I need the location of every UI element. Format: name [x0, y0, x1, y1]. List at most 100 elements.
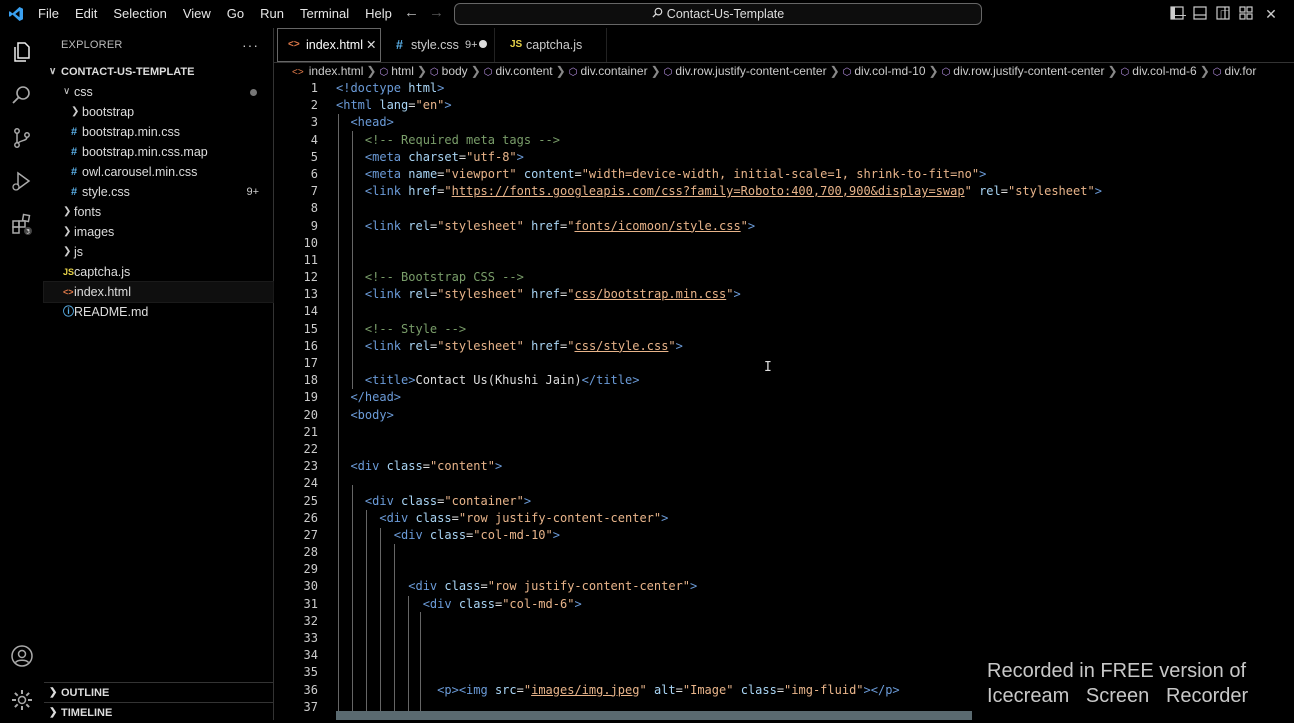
- breadcrumb-separator-icon: ❯: [1107, 64, 1118, 78]
- breadcrumb-item[interactable]: div.container: [580, 64, 647, 78]
- breadcrumb-item[interactable]: div.row.justify-content-center: [675, 64, 826, 78]
- outline-section[interactable]: ❯ OUTLINE: [44, 682, 273, 703]
- unsaved-dot-icon[interactable]: [479, 40, 487, 48]
- extensions-icon[interactable]: 3: [10, 212, 34, 236]
- file-tree-item[interactable]: # bootstrap.min.css: [44, 122, 273, 142]
- line-number: 6: [310, 166, 318, 181]
- command-center-search[interactable]: Contact-Us-Template: [454, 3, 982, 25]
- menu-go[interactable]: Go: [219, 0, 252, 28]
- file-tree-item[interactable]: JS captcha.js: [44, 262, 273, 282]
- chevron-right-icon: ❯: [63, 226, 72, 237]
- file-tree-item[interactable]: ❯ fonts: [44, 202, 273, 222]
- tab-style-css[interactable]: # style.css 9+: [382, 28, 495, 62]
- line-number: 12: [303, 270, 318, 285]
- search-view-icon[interactable]: [10, 83, 34, 107]
- breadcrumb-separator-icon: ❯: [416, 64, 427, 78]
- line-number: 3: [310, 115, 318, 130]
- line-number: 34: [303, 648, 318, 663]
- tab-captcha-js[interactable]: JS captcha.js: [496, 28, 607, 62]
- breadcrumb-separator-icon: ❯: [470, 64, 481, 78]
- file-tree-label: bootstrap.min.css: [82, 125, 180, 139]
- file-tree-item[interactable]: # owl.carousel.min.css: [44, 162, 273, 182]
- line-number: 31: [303, 596, 318, 611]
- outline-label: OUTLINE: [61, 687, 110, 699]
- chevron-right-icon: ❯: [63, 206, 72, 217]
- line-number: 32: [303, 613, 318, 628]
- menu-help[interactable]: Help: [357, 0, 400, 28]
- element-symbol-icon: ⬡: [1120, 67, 1130, 78]
- code-line: <title>Contact Us(Khushi Jain)</title>: [364, 373, 640, 388]
- breadcrumb-item[interactable]: div.row.justify-content-center: [953, 64, 1104, 78]
- forward-arrow-icon[interactable]: →: [429, 4, 444, 21]
- file-tree-label: js: [74, 245, 84, 259]
- line-number: 30: [303, 579, 318, 594]
- file-tree-item[interactable]: <> index.html: [43, 281, 274, 303]
- minimize-icon[interactable]: —: [1156, 0, 1202, 28]
- file-tree-item[interactable]: ⓘ README.md: [44, 302, 273, 322]
- problems-badge: 9+: [246, 186, 259, 198]
- js-file-icon: JS: [63, 267, 75, 277]
- maximize-icon[interactable]: □: [1202, 0, 1248, 28]
- file-tree-item[interactable]: ❯ js: [44, 242, 273, 262]
- file-tree-item[interactable]: # bootstrap.min.css.map: [44, 142, 273, 162]
- breadcrumb-item[interactable]: index.html: [309, 64, 364, 78]
- source-control-icon[interactable]: [10, 126, 34, 150]
- file-tree-item[interactable]: ∨ css: [44, 82, 273, 102]
- line-number: 36: [303, 682, 318, 697]
- element-symbol-icon: ⬡: [941, 67, 951, 78]
- breadcrumb-item[interactable]: body: [442, 64, 468, 78]
- explorer-header: EXPLORER ···: [44, 28, 273, 62]
- element-symbol-icon: ⬡: [568, 67, 578, 78]
- breadcrumb-separator-icon: ❯: [829, 64, 840, 78]
- back-arrow-icon[interactable]: ←: [404, 4, 419, 21]
- breadcrumb-separator-icon: ❯: [1199, 64, 1210, 78]
- tab-index-html[interactable]: <> index.html ✕: [277, 28, 381, 62]
- chevron-down-icon: ∨: [63, 86, 71, 97]
- timeline-label: TIMELINE: [61, 707, 113, 719]
- line-number: 25: [303, 493, 318, 508]
- file-tree-item[interactable]: ❯ bootstrap: [44, 102, 273, 122]
- workspace-root[interactable]: ∨ CONTACT-US-TEMPLATE: [44, 62, 273, 82]
- tab-label: captcha.js: [526, 38, 583, 52]
- line-number: 35: [303, 665, 318, 680]
- settings-gear-icon[interactable]: [10, 688, 34, 712]
- code-editor[interactable]: 1 2 3 4 5 6 7 8 9 10 11 12 13 14 15 16 17 18 19 20 21 22 23 24 2…: [274, 80, 1294, 720]
- code-line: <!-- Required meta tags -->: [364, 132, 560, 147]
- chevron-right-icon: ❯: [49, 707, 58, 718]
- horizontal-scrollbar[interactable]: [336, 711, 972, 720]
- breadcrumb-item[interactable]: div.content: [495, 64, 552, 78]
- element-symbol-icon: ⬡: [379, 67, 389, 78]
- line-number: 22: [303, 441, 318, 456]
- menu-selection[interactable]: Selection: [105, 0, 174, 28]
- workspace-root-label: CONTACT-US-TEMPLATE: [61, 66, 195, 78]
- close-window-icon[interactable]: ✕: [1248, 0, 1294, 28]
- line-number: 11: [303, 252, 318, 267]
- explorer-files-icon[interactable]: [10, 40, 34, 64]
- code-line: <div class="container">: [364, 493, 532, 508]
- menu-run[interactable]: Run: [252, 0, 292, 28]
- chevron-down-icon: ∨: [49, 66, 57, 77]
- accounts-icon[interactable]: [10, 644, 34, 668]
- breadcrumb-item[interactable]: div.col-md-10: [854, 64, 925, 78]
- run-and-debug-icon[interactable]: [10, 169, 34, 193]
- code-line: <link href="https://fonts.googleapis.com…: [364, 184, 1102, 199]
- file-tree-item[interactable]: ❯ images: [44, 222, 273, 242]
- code-line: <head>: [350, 115, 394, 130]
- line-number: 13: [303, 287, 318, 302]
- html-file-icon: <>: [63, 287, 74, 297]
- file-tree-item[interactable]: # style.css 9+: [44, 182, 273, 202]
- menu-file[interactable]: File: [30, 0, 67, 28]
- breadcrumb-item[interactable]: html: [391, 64, 414, 78]
- close-tab-icon[interactable]: ✕: [366, 29, 376, 61]
- menu-edit[interactable]: Edit: [67, 0, 105, 28]
- menu-view[interactable]: View: [175, 0, 219, 28]
- more-actions-icon[interactable]: ···: [242, 28, 259, 62]
- css-file-icon: #: [71, 166, 78, 178]
- breadcrumb-item[interactable]: div.col-md-6: [1132, 64, 1196, 78]
- breadcrumb-item[interactable]: div.for: [1225, 64, 1257, 78]
- line-number: 16: [303, 338, 318, 353]
- menu-terminal[interactable]: Terminal: [292, 0, 357, 28]
